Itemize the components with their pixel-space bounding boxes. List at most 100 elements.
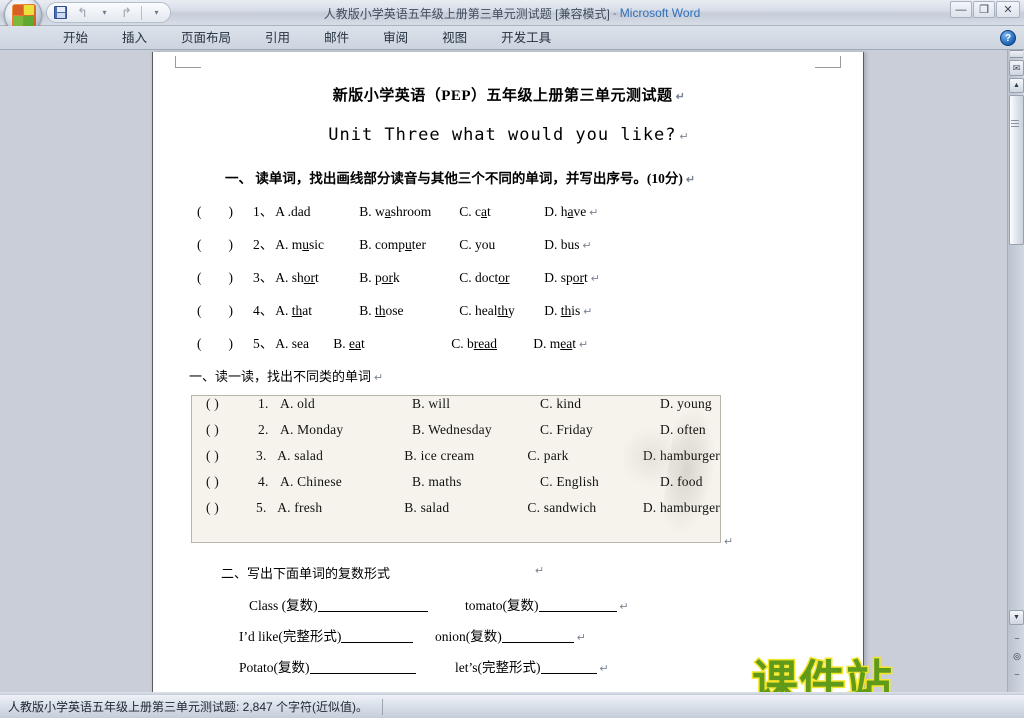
- answer-paren: ( ): [197, 204, 233, 219]
- option-b: B. ice cream: [404, 448, 475, 463]
- option-c: C. Friday: [540, 422, 593, 437]
- redo-icon: ↱: [121, 5, 132, 20]
- save-button[interactable]: [51, 4, 70, 21]
- question-number: 5、: [253, 336, 274, 351]
- document-workspace: 新版小学英语（PEP）五年级上册第三单元测试题 ↵ Unit Three what…: [0, 50, 1024, 694]
- option-d: D. hamburger: [642, 448, 720, 463]
- blank-label-left: Class (复数): [249, 594, 428, 614]
- option-c: C. sandwich: [527, 500, 597, 515]
- ribbon-tabs: 开始 插入 页面布局 引用 邮件 审阅 视图 开发工具: [46, 26, 568, 50]
- tab-developer[interactable]: 开发工具: [484, 26, 568, 50]
- blank-label-right: onion(复数) ↵: [435, 629, 586, 644]
- scanned-question-image[interactable]: ( ) 1. A. old B. will C. kind D. young (…: [191, 395, 721, 543]
- status-text: 人教版小学英语五年级上册第三单元测试题: 2,847 个字符(近似值)。: [8, 700, 369, 714]
- option-a: A. Chinese: [280, 474, 342, 489]
- option-c: C. you: [459, 237, 496, 252]
- table-row: ( ) 1. A. old B. will C. kind D. young: [192, 396, 720, 422]
- pilcrow-icon: ↵: [579, 339, 589, 351]
- pilcrow-icon: ↵: [535, 565, 545, 577]
- toolbar-divider: [141, 5, 142, 20]
- window-title-dash: -: [612, 6, 617, 20]
- option-b: B. pork: [359, 270, 400, 285]
- restore-button[interactable]: ❐: [973, 1, 995, 18]
- redo-button[interactable]: ↱: [117, 4, 136, 21]
- tab-review[interactable]: 审阅: [366, 26, 425, 50]
- question-number: 1.: [258, 396, 269, 411]
- option-d: D. this: [544, 303, 581, 318]
- option-a: A. old: [280, 396, 315, 411]
- undo-dropdown-button[interactable]: ▾: [95, 4, 114, 21]
- section-1-title: 一、 读单词，找出画线部分读音与其他三个不同的单词，并写出序号。(10分) ↵: [225, 171, 696, 186]
- close-button[interactable]: ✕: [996, 1, 1020, 18]
- tab-mailings[interactable]: 邮件: [307, 26, 366, 50]
- option-c: C. kind: [540, 396, 582, 411]
- option-d: D. meat: [533, 336, 576, 351]
- split-window-handle[interactable]: [1010, 50, 1023, 58]
- question-number: 3、: [253, 270, 274, 285]
- previous-object-button[interactable]: ⎯: [1011, 632, 1023, 645]
- fill-row: I’d like(完整形式) onion(复数) ↵: [187, 625, 831, 656]
- blank-label-right: let’s(完整形式) ↵: [455, 660, 609, 675]
- chevron-down-icon: ▾: [102, 8, 107, 17]
- quick-access-toolbar: ↰ ▾ ↱ ▾: [46, 2, 171, 23]
- option-c: C. doctor: [459, 270, 510, 285]
- answer-paren: ( ): [197, 270, 233, 285]
- option-a: A. fresh: [277, 500, 323, 515]
- tab-page-layout[interactable]: 页面布局: [164, 26, 248, 50]
- option-d: D. food: [660, 474, 703, 489]
- window-title-mode: [兼容模式]: [555, 6, 610, 21]
- customize-quick-access-button[interactable]: ▾: [147, 4, 166, 21]
- scrollbar-thumb[interactable]: [1009, 95, 1024, 245]
- document-body[interactable]: 新版小学英语（PEP）五年级上册第三单元测试题 ↵ Unit Three what…: [153, 52, 865, 694]
- option-a: A. that: [275, 303, 313, 318]
- pilcrow-icon: ↵: [679, 131, 690, 143]
- question-row: ( ) 3、 A. short B. pork C. doctor D. spo…: [187, 266, 831, 286]
- minimize-button[interactable]: —: [950, 1, 972, 18]
- fill-row: Class (复数) tomato(复数) ↵: [187, 594, 831, 625]
- table-row: ( ) 5. A. fresh B. salad C. sandwich D. …: [192, 500, 720, 526]
- option-c: C. English: [540, 474, 600, 489]
- scrollbar-grip-icon: [1011, 120, 1019, 127]
- blank-label-left: I’d like(完整形式): [239, 625, 414, 645]
- answer-paren: ( ): [206, 500, 219, 515]
- vertical-scrollbar[interactable]: ✉ ▲ ▼ ⎯ ◎ ⎯: [1007, 50, 1024, 694]
- section-2-title: 一、读一读，找出不同类的单词 ↵: [189, 369, 384, 384]
- window-title-document: 人教版小学英语五年级上册第三单元测试题: [323, 6, 552, 21]
- pilcrow-icon: ↵: [589, 207, 599, 219]
- question-number: 4.: [258, 474, 269, 489]
- tab-home[interactable]: 开始: [46, 26, 105, 50]
- option-d: D. sport: [544, 270, 588, 285]
- question-number: 5.: [256, 500, 267, 515]
- select-browse-object-button[interactable]: ◎: [1011, 650, 1023, 663]
- tab-references[interactable]: 引用: [248, 26, 307, 50]
- document-heading-unit: Unit Three what would you like? ↵: [328, 125, 690, 145]
- help-button[interactable]: ?: [1000, 30, 1016, 46]
- ribbon-tab-bar: 开始 插入 页面布局 引用 邮件 审阅 视图 开发工具 ?: [0, 26, 1024, 50]
- option-c: C. cat: [459, 204, 491, 219]
- scroll-up-button[interactable]: ▲: [1009, 78, 1024, 93]
- answer-paren: ( ): [197, 237, 233, 252]
- pilcrow-icon: ↵: [675, 91, 686, 103]
- question-row: ( ) 1、 A .dad B. washroom C. cat D. have…: [187, 200, 831, 220]
- document-page: 新版小学英语（PEP）五年级上册第三单元测试题 ↵ Unit Three what…: [152, 52, 864, 694]
- option-c: C. bread: [451, 336, 497, 351]
- option-b: B. those: [359, 303, 404, 318]
- tab-insert[interactable]: 插入: [105, 26, 164, 50]
- question-number: 4、: [253, 303, 274, 318]
- scroll-down-button[interactable]: ▼: [1009, 610, 1024, 625]
- answer-paren: ( ): [206, 396, 219, 411]
- chevron-down-icon: ▾: [154, 8, 159, 17]
- answer-paren: ( ): [197, 303, 233, 318]
- question-row: ( ) 2、 A. music B. computer C. you D. bu…: [187, 233, 831, 253]
- option-d: D. young: [660, 396, 712, 411]
- view-ruler-button[interactable]: ✉: [1009, 60, 1024, 76]
- horizontal-scrollbar[interactable]: [0, 692, 1024, 695]
- tab-view[interactable]: 视图: [425, 26, 484, 50]
- answer-paren: ( ): [206, 474, 219, 489]
- word-application-window: ↰ ▾ ↱ ▾ 人教版小学英语五年级上册第三单元测试题 [兼容模式] - Mic…: [0, 0, 1024, 718]
- next-object-button[interactable]: ⎯: [1011, 668, 1023, 681]
- option-c: C. healthy: [459, 303, 515, 318]
- undo-button[interactable]: ↰: [73, 4, 92, 21]
- option-a: A. salad: [277, 448, 324, 463]
- answer-paren: ( ): [206, 422, 219, 437]
